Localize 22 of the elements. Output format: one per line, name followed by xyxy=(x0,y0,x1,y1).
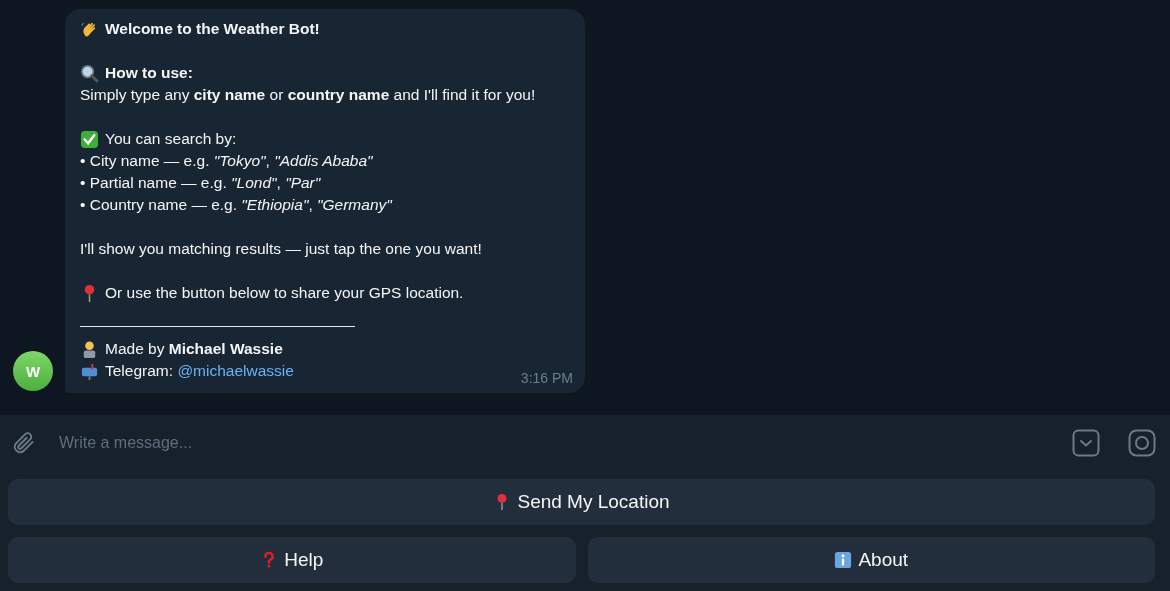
message-heading: Welcome to the Weather Bot! xyxy=(105,20,320,38)
message-text: • Partial name — e.g. "Lond", "Par" xyxy=(80,174,321,192)
message-text: • Country name — e.g. "Ethiopia", "Germany" xyxy=(80,196,392,214)
message-time: 3:16 PM xyxy=(520,370,573,386)
keyboard-button[interactable]: Help xyxy=(8,537,576,583)
info-icon xyxy=(834,551,853,569)
keyboard-toggle-icon[interactable] xyxy=(1072,429,1100,457)
message-text: You can search by: xyxy=(105,130,237,148)
username-link[interactable]: @michaelwassie xyxy=(177,362,294,379)
message-input[interactable]: Write a message... xyxy=(45,433,1044,453)
keyboard-button[interactable]: About xyxy=(587,537,1155,583)
keyboard-button[interactable]: Send My Location xyxy=(8,479,1155,525)
camera-icon[interactable] xyxy=(1128,429,1156,457)
message-text: • City name — e.g. "Tokyo", "Addis Ababa" xyxy=(80,152,373,170)
magnifier-icon xyxy=(80,63,99,83)
message-text: I'll show you matching results — just tap the one you want! xyxy=(80,240,482,258)
message-heading: How to use: xyxy=(105,64,193,82)
contact-text: Telegram: @michaelwassie xyxy=(105,362,294,380)
check-mark-icon xyxy=(80,129,99,149)
message-text: Simply type any city name or country name and I'll find it for you! xyxy=(80,86,536,104)
message-text: Made by Michael Wassie xyxy=(105,340,283,358)
message-text: Or use the button below to share your GPS location. xyxy=(105,284,464,302)
